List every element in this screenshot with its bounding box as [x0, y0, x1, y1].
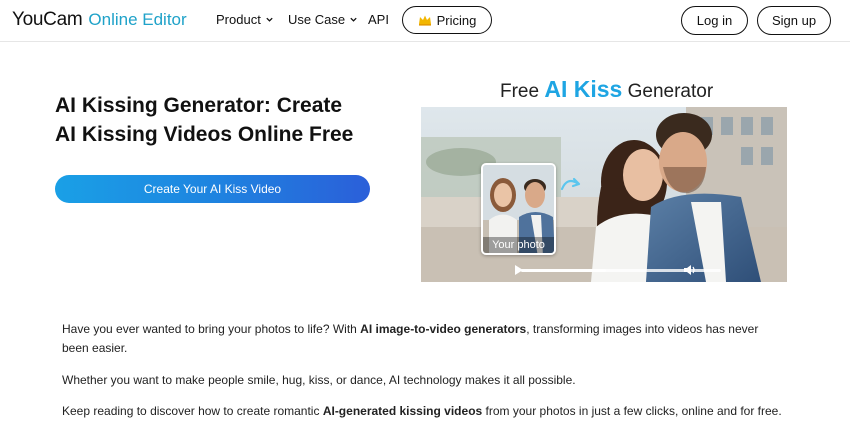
- ai-image-to-video-link[interactable]: AI image-to-video generators: [360, 322, 526, 336]
- logo-brand: YouCam: [12, 9, 83, 30]
- ai-kissing-videos-link[interactable]: AI-generated kissing videos: [323, 404, 482, 418]
- site-header: YouCam Online Editor Product Use Case API…: [0, 0, 850, 42]
- intro-paragraph-1: Have you ever wanted to bring your photo…: [62, 320, 782, 358]
- chevron-down-icon: [350, 17, 357, 22]
- couple-kissing-image: [421, 107, 787, 282]
- p3-text-a: Keep reading to discover how to create r…: [62, 404, 323, 418]
- pricing-label: Pricing: [436, 12, 477, 28]
- arrow-icon: [560, 177, 581, 191]
- page-title-line2: AI Kissing Videos Online Free: [55, 123, 354, 146]
- login-button[interactable]: Log in: [681, 6, 748, 35]
- p1-text-a: Have you ever wanted to bring your photo…: [62, 322, 361, 336]
- signup-button[interactable]: Sign up: [757, 6, 831, 35]
- page-title: AI Kissing Generator: Create AI Kissing …: [55, 91, 395, 149]
- your-photo-thumbnail: Your photo: [481, 163, 556, 255]
- nav-api-label: API: [368, 12, 389, 27]
- play-icon[interactable]: [514, 264, 524, 276]
- create-kiss-video-button[interactable]: Create Your AI Kiss Video: [55, 175, 370, 203]
- nav-product-label: Product: [216, 12, 261, 27]
- nav-use-case-label: Use Case: [288, 12, 346, 27]
- chevron-down-icon: [266, 17, 273, 22]
- nav-use-case[interactable]: Use Case: [288, 12, 358, 27]
- page-title-line1: AI Kissing Generator: Create: [55, 94, 343, 117]
- your-photo-label: Your photo: [483, 237, 554, 253]
- volume-icon[interactable]: [683, 263, 697, 277]
- intro-paragraph-2: Whether you want to make people smile, h…: [62, 373, 576, 387]
- p3-text-b: from your photos in just a few clicks, o…: [482, 404, 782, 418]
- crown-icon: [418, 15, 431, 26]
- banner-title-prefix: Free: [500, 81, 540, 102]
- nav-product[interactable]: Product: [216, 12, 274, 27]
- nav-api[interactable]: API: [368, 12, 389, 27]
- pricing-button[interactable]: Pricing: [402, 6, 492, 34]
- hero-video-preview[interactable]: [421, 107, 787, 282]
- banner-title-accent: AI Kiss: [544, 76, 623, 102]
- banner-title-suffix: Generator: [627, 81, 714, 102]
- logo-product: Online Editor: [88, 10, 187, 29]
- intro-paragraph-3: Keep reading to discover how to create r…: [62, 402, 782, 421]
- logo[interactable]: YouCam Online Editor: [12, 9, 187, 31]
- banner-title: Free AI Kiss Generator: [500, 76, 713, 103]
